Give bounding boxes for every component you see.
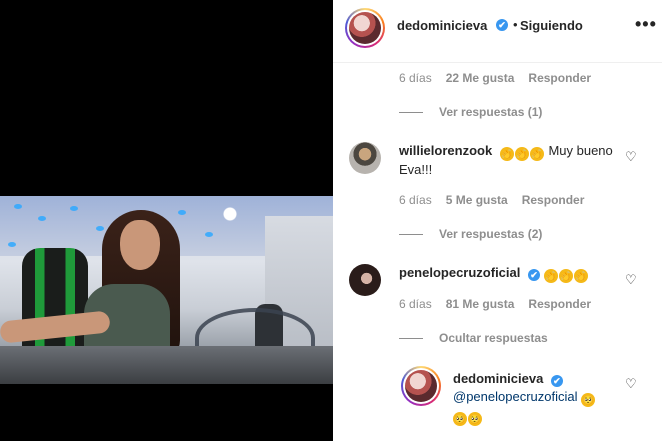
reply-text: dedominicieva ✔ @penelopecruzoficial 🥺 🥺… bbox=[453, 370, 623, 426]
verified-icon: ✔ bbox=[496, 19, 508, 31]
comment-time[interactable]: 6 días bbox=[399, 193, 432, 207]
comment-time[interactable]: 6 días bbox=[399, 71, 432, 85]
like-heart-icon[interactable]: ♡ bbox=[625, 376, 637, 392]
light-dot bbox=[96, 226, 104, 231]
hide-replies-button[interactable]: Ocultar respuestas bbox=[399, 331, 548, 345]
post-video[interactable] bbox=[0, 196, 333, 384]
separator-dot: • bbox=[513, 17, 518, 32]
light-dot bbox=[14, 204, 22, 209]
commenter-avatar[interactable] bbox=[349, 142, 381, 174]
more-options-icon[interactable]: ••• bbox=[635, 14, 657, 35]
light-dot bbox=[70, 206, 78, 211]
reply-button[interactable]: Responder bbox=[522, 193, 585, 207]
view-replies-button[interactable]: Ver respuestas (1) bbox=[399, 105, 542, 119]
comment-meta: 6 días 81 Me gusta Responder bbox=[399, 297, 605, 311]
comment-text: willielorenzook 👏 👏 👏 Muy bueno Eva!!! bbox=[399, 142, 621, 179]
clap-emoji: 👏 bbox=[514, 147, 529, 161]
comment-likes[interactable]: 5 Me gusta bbox=[446, 193, 508, 207]
comment-meta: 6 días 5 Me gusta Responder bbox=[399, 193, 598, 207]
post-media-panel bbox=[0, 0, 333, 441]
replies-divider bbox=[399, 234, 423, 236]
view-replies-label: Ver respuestas (2) bbox=[439, 227, 543, 241]
mention-link[interactable]: @penelopecruzoficial bbox=[453, 389, 578, 404]
light-dot bbox=[8, 242, 16, 247]
replies-divider bbox=[399, 338, 423, 340]
comment-likes[interactable]: 81 Me gusta bbox=[446, 297, 515, 311]
pleading-emoji: 🥺 bbox=[468, 412, 482, 426]
comments-panel: dedominicieva ✔ • Siguiendo ••• 6 días 22… bbox=[333, 0, 662, 441]
light-dot bbox=[178, 210, 186, 215]
comment-likes[interactable]: 22 Me gusta bbox=[446, 71, 515, 85]
reply-username[interactable]: dedominicieva bbox=[453, 371, 543, 386]
hide-replies-label: Ocultar respuestas bbox=[439, 331, 548, 345]
pleading-emoji: 🥺 bbox=[581, 393, 596, 407]
commenter-username[interactable]: willielorenzook bbox=[399, 143, 492, 158]
commenter-username[interactable]: penelopecruzoficial bbox=[399, 265, 520, 280]
following-button[interactable]: Siguiendo bbox=[520, 18, 583, 33]
light-dot bbox=[205, 232, 213, 237]
comment-text: penelopecruzoficial ✔ 👏 👏 👏 bbox=[399, 264, 621, 283]
reply-avatar[interactable] bbox=[401, 366, 441, 406]
like-heart-icon[interactable]: ♡ bbox=[625, 149, 637, 165]
verified-icon: ✔ bbox=[550, 375, 563, 387]
replies-divider bbox=[399, 112, 423, 114]
reply-button[interactable]: Responder bbox=[528, 71, 591, 85]
light-dot bbox=[38, 216, 46, 221]
verified-icon: ✔ bbox=[528, 269, 540, 281]
post-header: dedominicieva ✔ • Siguiendo ••• bbox=[333, 0, 662, 63]
author-avatar[interactable] bbox=[345, 8, 385, 48]
pleading-emoji: 🥺 bbox=[453, 412, 467, 426]
desk bbox=[0, 346, 333, 384]
clap-emoji: 👏 bbox=[543, 269, 558, 283]
view-replies-button[interactable]: Ver respuestas (2) bbox=[399, 227, 542, 241]
clap-emoji: 👏 bbox=[558, 269, 573, 283]
clap-emoji: 👏 bbox=[529, 147, 544, 161]
author-username[interactable]: dedominicieva bbox=[397, 18, 487, 33]
clap-emoji: 👏 bbox=[499, 147, 514, 161]
comment-meta: 6 días 22 Me gusta Responder bbox=[399, 71, 605, 85]
comment-time[interactable]: 6 días bbox=[399, 297, 432, 311]
view-replies-label: Ver respuestas (1) bbox=[439, 105, 543, 119]
reply-button[interactable]: Responder bbox=[528, 297, 591, 311]
person-face bbox=[120, 220, 160, 270]
like-heart-icon[interactable]: ♡ bbox=[625, 272, 637, 288]
commenter-avatar[interactable] bbox=[349, 264, 381, 296]
clap-emoji: 👏 bbox=[573, 269, 588, 283]
